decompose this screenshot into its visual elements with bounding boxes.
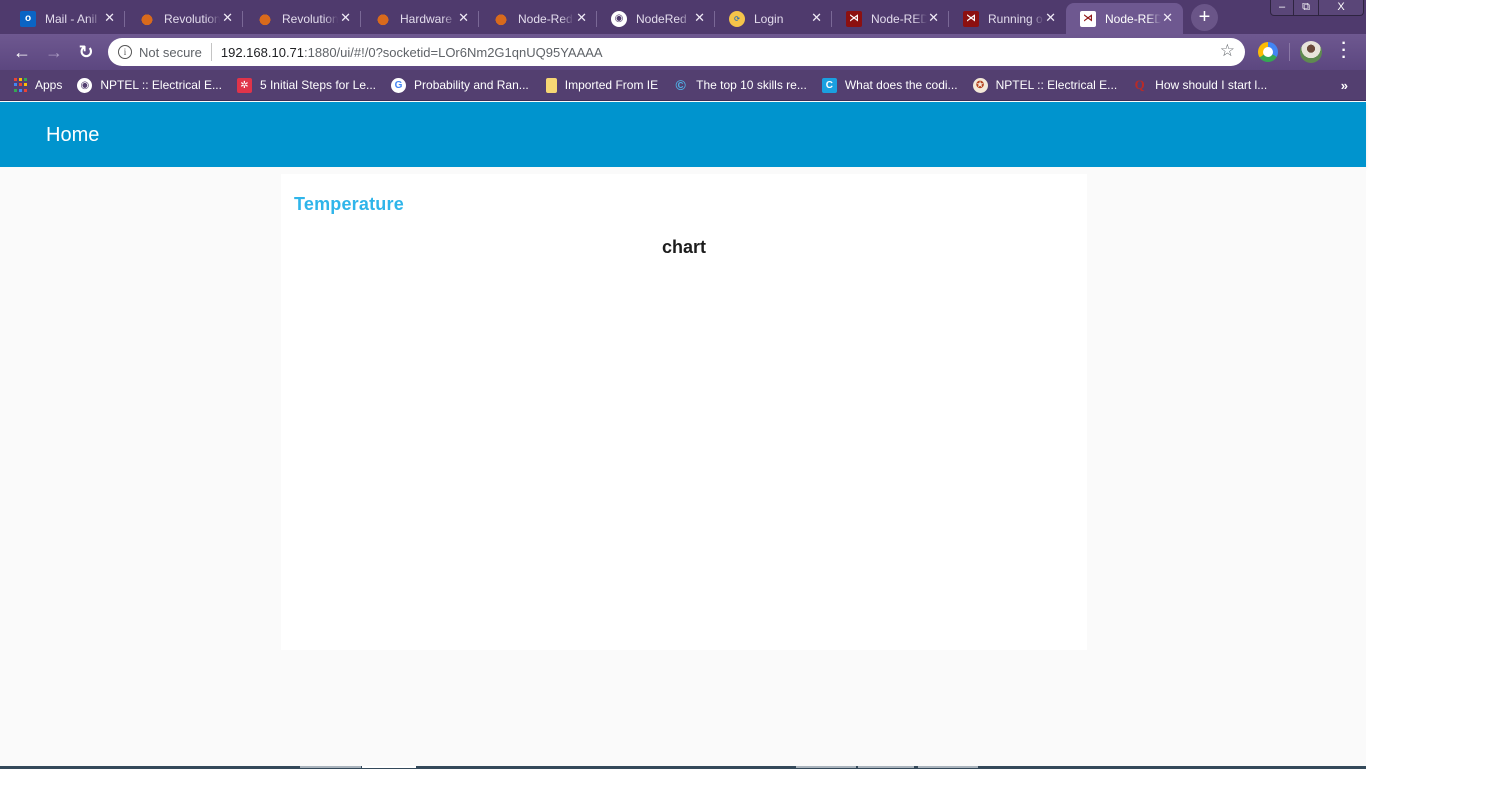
tab-label: Login	[754, 11, 784, 26]
close-tab-icon[interactable]: ✕	[576, 10, 587, 26]
bookmark-label: Imported From IE	[564, 78, 659, 92]
bookmark-imported-ie[interactable]: Imported From IE	[544, 77, 659, 93]
close-tab-icon[interactable]: ✕	[340, 10, 351, 26]
chart-widget[interactable]: chart	[281, 230, 1087, 630]
tab-label: Revolution	[164, 11, 220, 26]
window-controls: – ⧉ X	[1270, 0, 1364, 16]
node-red-icon: ⋊	[963, 10, 979, 27]
node-red-icon: ⋊	[1080, 10, 1096, 27]
close-tab-icon[interactable]: ✕	[1162, 10, 1173, 26]
tab-mail[interactable]: o Mail - Anil ✕	[6, 3, 125, 34]
tab-label: Node-RED	[1105, 11, 1161, 26]
page-title: Home	[46, 124, 100, 146]
tab-label: Revolution	[282, 11, 338, 26]
tab-label: Node-RED	[871, 11, 927, 26]
folder-icon	[545, 77, 557, 93]
group-card-temperature: Temperature chart	[281, 174, 1087, 650]
tab-label: NodeRed	[636, 11, 687, 26]
chart-label: chart	[661, 237, 706, 257]
address-bar[interactable]: i Not secure 192.168.10.71:1880/ui/#!/0?…	[108, 38, 1245, 66]
dashboard-content: Temperature chart	[0, 167, 1366, 766]
close-tab-icon[interactable]: ✕	[811, 10, 822, 26]
back-button[interactable]: ←	[11, 41, 33, 63]
apps-grid-icon	[14, 77, 27, 93]
tab-running[interactable]: ⋊ Running o ✕	[949, 3, 1066, 34]
restore-button[interactable]: ⧉	[1294, 0, 1319, 15]
tab-nodered-globe[interactable]: ◉ NodeRed ✕	[597, 3, 715, 34]
bookmark-label: NPTEL :: Electrical E...	[100, 78, 222, 92]
close-tab-icon[interactable]: ✕	[222, 10, 233, 26]
bookmark-star-icon[interactable]: ☆	[1220, 41, 1235, 61]
tab-strip: o Mail - Anil ✕ Revolution ✕ Revolution …	[0, 0, 1366, 34]
gear-bookmark-icon: ✲	[236, 77, 252, 93]
bookmark-quora[interactable]: Q How should I start l...	[1132, 77, 1268, 93]
close-tab-icon[interactable]: ✕	[1045, 10, 1056, 26]
close-tab-icon[interactable]: ✕	[928, 10, 939, 26]
tab-login[interactable]: ⟳ Login ✕	[715, 3, 832, 34]
raspberry-icon	[493, 10, 509, 27]
tab-node-red-2[interactable]: ⋊ Node-RED ✕	[832, 3, 949, 34]
outlook-icon: o	[20, 10, 36, 27]
new-tab-button[interactable]: +	[1191, 4, 1218, 31]
bookmark-top-skills[interactable]: © The top 10 skills re...	[673, 77, 807, 93]
dashboard-header: Home	[0, 102, 1366, 167]
bookmark-nptel-1[interactable]: ◉ NPTEL :: Electrical E...	[77, 77, 222, 93]
close-tab-icon[interactable]: ✕	[694, 10, 705, 26]
browser-window: o Mail - Anil ✕ Revolution ✕ Revolution …	[0, 0, 1366, 769]
bookmark-initial-steps[interactable]: ✲ 5 Initial Steps for Le...	[236, 77, 377, 93]
bookmark-nptel-2[interactable]: ✪ NPTEL :: Electrical E...	[972, 77, 1118, 93]
bookmark-label: Apps	[35, 78, 63, 92]
google-icon: G	[391, 77, 407, 93]
reload-button[interactable]: ↻	[75, 41, 97, 63]
bookmark-label: 5 Initial Steps for Le...	[259, 78, 377, 92]
profile-avatar[interactable]	[1300, 41, 1322, 63]
raspberry-icon	[139, 10, 155, 27]
bookmark-codecademy[interactable]: C What does the codi...	[821, 77, 958, 93]
url-path[interactable]: :1880/ui/#!/0?socketid=LOr6Nm2G1qnUQ95YA…	[304, 45, 603, 60]
nptel-icon: ✪	[972, 77, 988, 93]
tab-label: Hardware	[400, 11, 453, 26]
forward-button[interactable]: →	[43, 41, 65, 63]
bookmark-probability[interactable]: G Probability and Ran...	[391, 77, 529, 93]
raspberry-icon	[375, 10, 391, 27]
minimize-button[interactable]: –	[1271, 0, 1294, 15]
close-tab-icon[interactable]: ✕	[458, 10, 469, 26]
menu-kebab-icon[interactable]: · · ·	[1337, 36, 1351, 66]
node-red-icon: ⋊	[846, 10, 862, 27]
group-title: Temperature	[294, 194, 404, 214]
spiral-icon: ©	[675, 77, 686, 93]
bookmark-label: NPTEL :: Electrical E...	[995, 78, 1118, 92]
close-window-button[interactable]: X	[1319, 0, 1363, 15]
tab-label: Node-Red	[518, 11, 573, 26]
url-host[interactable]: 192.168.10.71	[221, 45, 304, 60]
tab-revolution-2[interactable]: Revolution ✕	[243, 3, 361, 34]
browser-toolbar: ← → ↻ i Not secure 192.168.10.71:1880/ui…	[0, 34, 1366, 70]
tab-revolution-1[interactable]: Revolution ✕	[125, 3, 243, 34]
tab-hardware[interactable]: Hardware ✕	[361, 3, 479, 34]
info-icon[interactable]: i	[118, 45, 132, 59]
bookmark-apps[interactable]: Apps	[14, 77, 63, 93]
tab-label: Running o	[988, 11, 1043, 26]
tab-label: Mail - Anil	[45, 11, 98, 26]
tab-node-red-1[interactable]: Node-Red ✕	[479, 3, 597, 34]
raspberry-icon	[257, 10, 273, 27]
bookmarks-overflow-button[interactable]: »	[1341, 78, 1348, 93]
globe-icon: ◉	[77, 77, 93, 93]
globe-icon: ◉	[611, 10, 627, 27]
quora-icon: Q	[1134, 77, 1145, 92]
extension-icon[interactable]	[1258, 42, 1278, 62]
bookmark-label: The top 10 skills re...	[696, 78, 807, 92]
close-tab-icon[interactable]: ✕	[104, 10, 115, 26]
security-label[interactable]: Not secure	[139, 45, 202, 60]
bookmark-label: What does the codi...	[844, 78, 958, 92]
tab-node-red-active[interactable]: ⋊ Node-RED ✕	[1066, 3, 1183, 34]
bookmarks-bar: Apps ◉ NPTEL :: Electrical E... ✲ 5 Init…	[0, 70, 1366, 101]
bookmark-label: How should I start l...	[1155, 78, 1268, 92]
taskbar-edge	[0, 766, 1366, 769]
login-icon: ⟳	[729, 10, 745, 27]
codecademy-icon: C	[821, 77, 837, 93]
bookmark-label: Probability and Ran...	[414, 78, 529, 92]
